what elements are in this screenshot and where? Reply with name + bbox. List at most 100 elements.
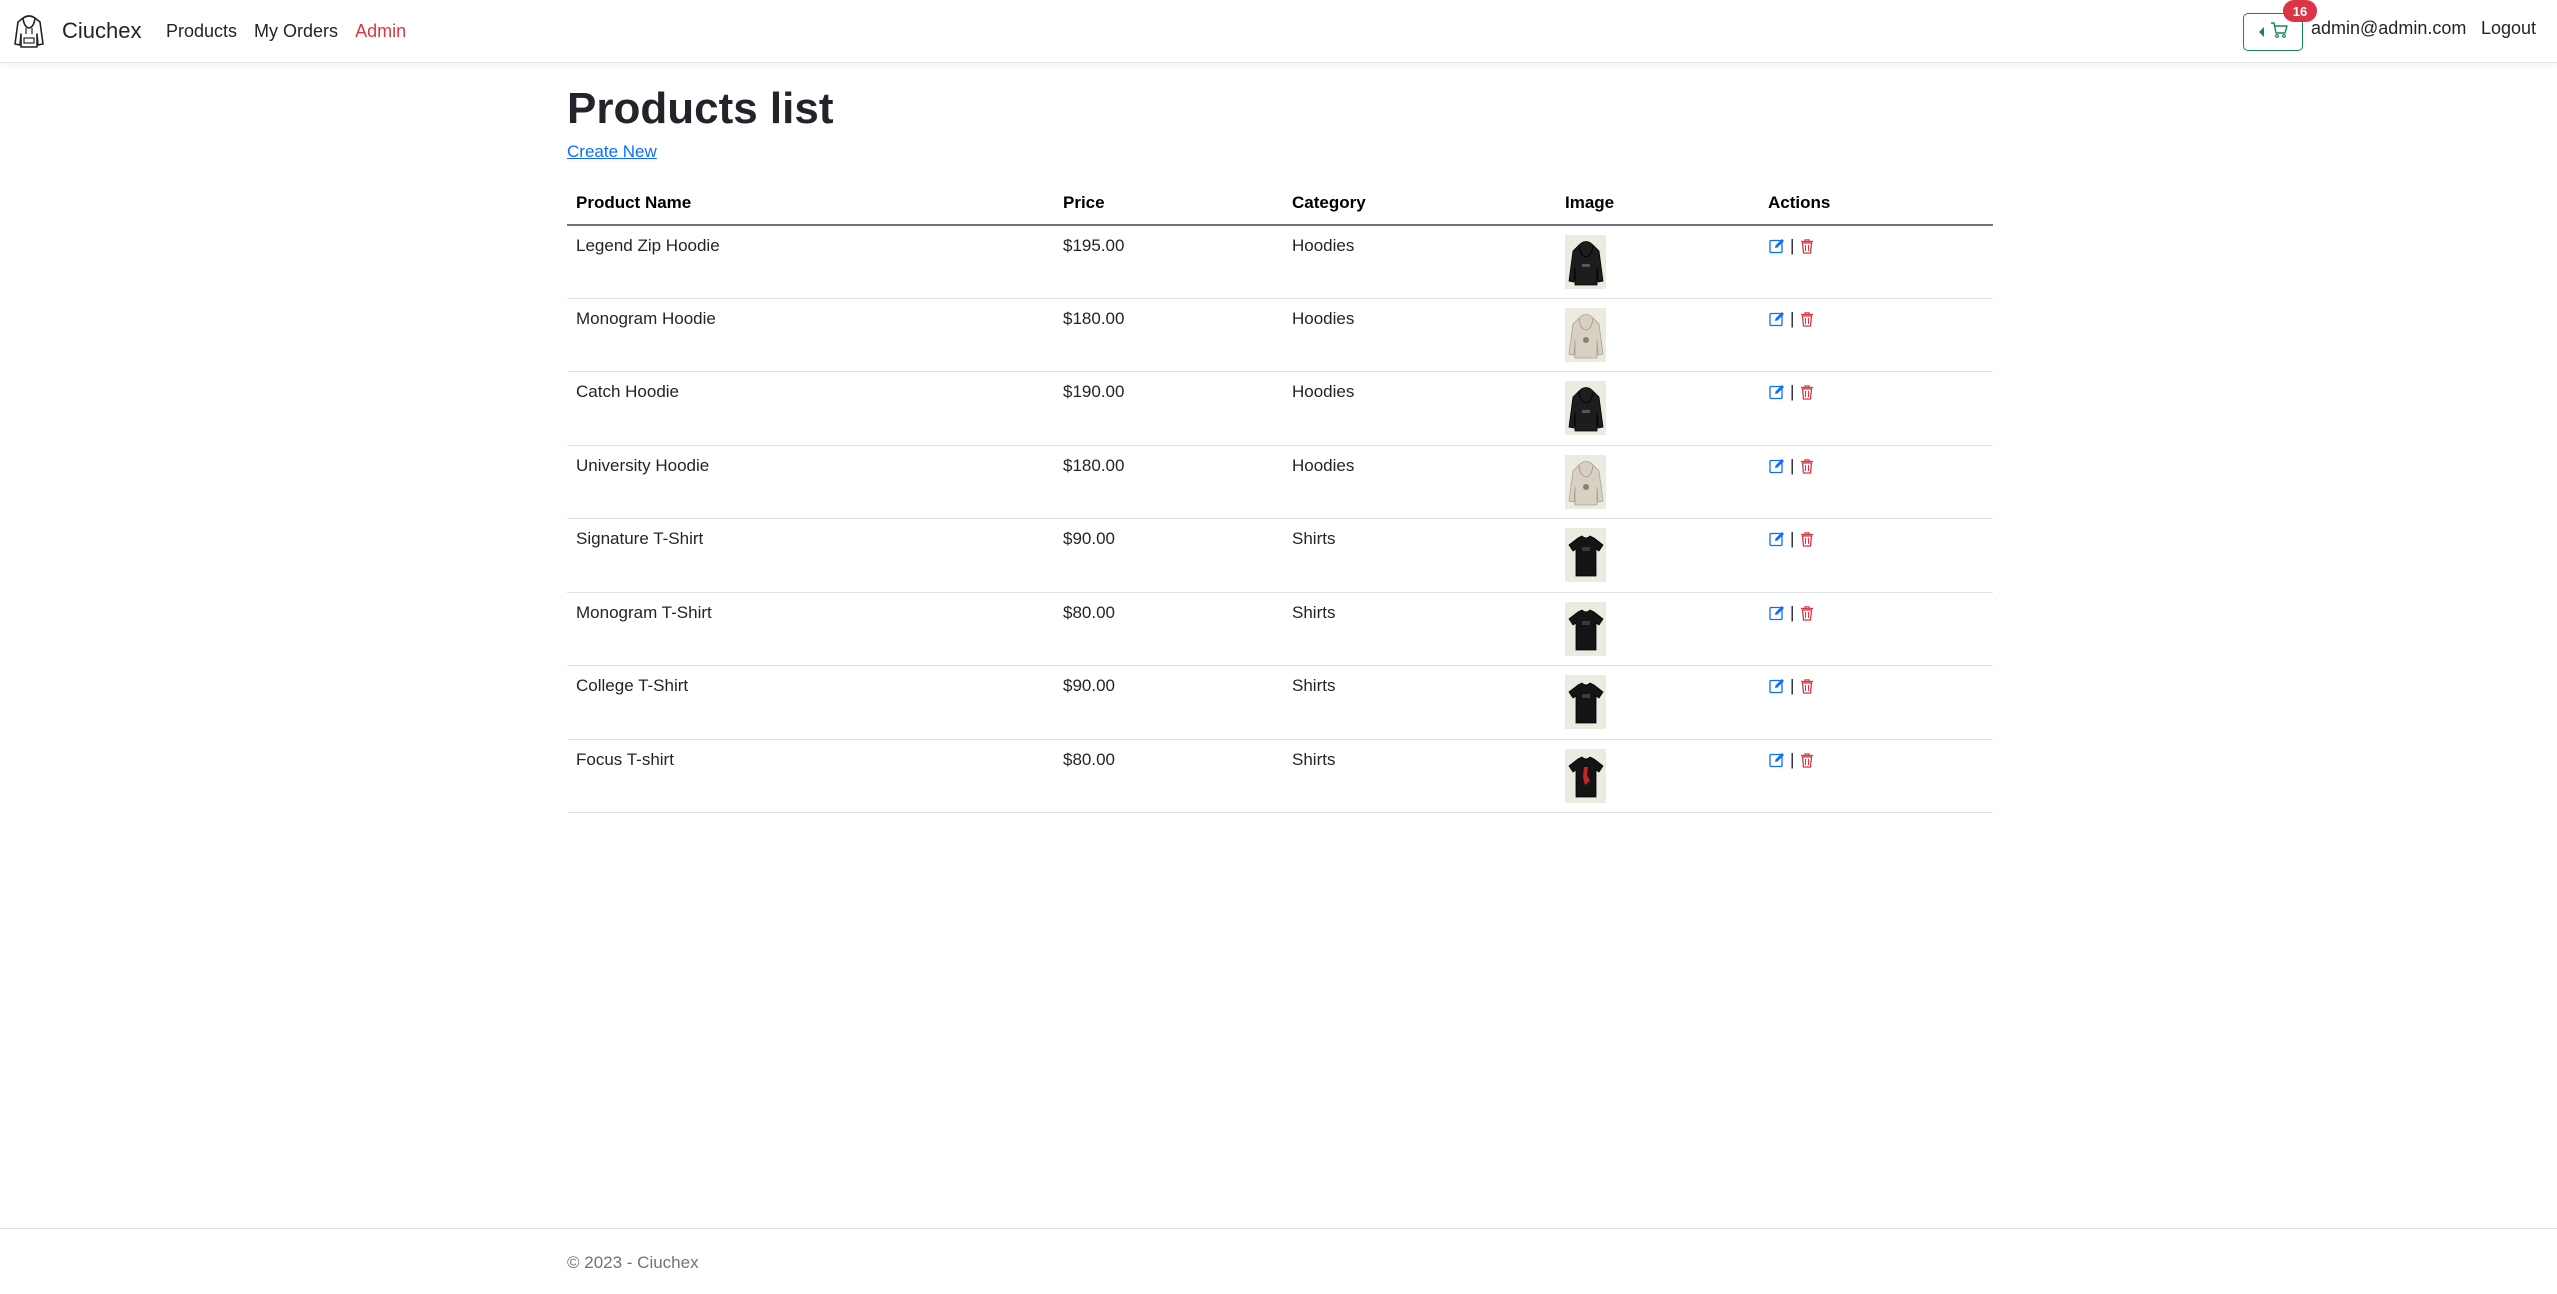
product-category-cell: Hoodies bbox=[1283, 371, 1556, 446]
row-actions: | bbox=[1768, 309, 1984, 329]
product-thumbnail bbox=[1565, 601, 1606, 656]
action-separator: | bbox=[1790, 676, 1795, 696]
product-image-cell bbox=[1556, 739, 1759, 814]
product-name-cell: Catch Hoodie bbox=[567, 371, 1054, 446]
header-product-name: Product Name bbox=[567, 182, 1054, 226]
trash-icon[interactable] bbox=[1798, 530, 1816, 548]
nav-admin-link[interactable]: Admin bbox=[355, 21, 406, 42]
logout-link[interactable]: Logout bbox=[2481, 18, 2536, 39]
product-thumbnail bbox=[1565, 528, 1606, 583]
table-row: Monogram T-Shirt $80.00 Shirts | bbox=[567, 592, 1993, 667]
table-row: Monogram Hoodie $180.00 Hoodies | bbox=[567, 298, 1993, 373]
trash-icon[interactable] bbox=[1798, 751, 1816, 769]
nav-products-link[interactable]: Products bbox=[166, 21, 237, 42]
trash-icon[interactable] bbox=[1798, 604, 1816, 622]
table-row: College T-Shirt $90.00 Shirts | bbox=[567, 665, 1993, 740]
table-row: Legend Zip Hoodie $195.00 Hoodies | bbox=[567, 224, 1993, 299]
header-category: Category bbox=[1283, 182, 1556, 226]
cart-icon bbox=[2270, 21, 2288, 43]
header-image: Image bbox=[1556, 182, 1759, 226]
product-name-cell: University Hoodie bbox=[567, 445, 1054, 520]
footer-copyright: © 2023 - Ciuchex bbox=[567, 1253, 699, 1272]
product-name-cell: Legend Zip Hoodie bbox=[567, 224, 1054, 299]
action-separator: | bbox=[1790, 382, 1795, 402]
product-category-cell: Shirts bbox=[1283, 518, 1556, 593]
product-actions-cell: | bbox=[1759, 739, 1993, 814]
main-content: Products list Create New Product Name Pr… bbox=[567, 63, 1993, 814]
row-actions: | bbox=[1768, 676, 1984, 696]
table-row: University Hoodie $180.00 Hoodies | bbox=[567, 445, 1993, 520]
header-price: Price bbox=[1054, 182, 1283, 226]
product-price-cell: $190.00 bbox=[1054, 371, 1283, 446]
action-separator: | bbox=[1790, 455, 1795, 475]
product-price-cell: $180.00 bbox=[1054, 298, 1283, 373]
product-name-cell: College T-Shirt bbox=[567, 665, 1054, 740]
trash-icon[interactable] bbox=[1798, 237, 1816, 255]
brand-link[interactable]: Ciuchex bbox=[12, 12, 141, 50]
table-row: Catch Hoodie $190.00 Hoodies | bbox=[567, 371, 1993, 446]
trash-icon[interactable] bbox=[1798, 677, 1816, 695]
product-image-cell bbox=[1556, 371, 1759, 446]
caret-left-icon bbox=[2258, 27, 2264, 37]
product-thumbnail bbox=[1565, 748, 1606, 803]
trash-icon[interactable] bbox=[1798, 457, 1816, 475]
row-actions: | bbox=[1768, 750, 1984, 770]
edit-icon[interactable] bbox=[1768, 237, 1786, 255]
action-separator: | bbox=[1790, 529, 1795, 549]
table-row: Focus T-shirt $80.00 Shirts | bbox=[567, 739, 1993, 814]
product-actions-cell: | bbox=[1759, 224, 1993, 299]
row-actions: | bbox=[1768, 456, 1984, 476]
hoodie-logo-icon bbox=[12, 14, 46, 48]
product-actions-cell: | bbox=[1759, 298, 1993, 373]
edit-icon[interactable] bbox=[1768, 457, 1786, 475]
trash-icon[interactable] bbox=[1798, 310, 1816, 328]
product-price-cell: $90.00 bbox=[1054, 665, 1283, 740]
product-image-cell bbox=[1556, 224, 1759, 299]
footer: © 2023 - Ciuchex bbox=[0, 1228, 2557, 1294]
table-row: Signature T-Shirt $90.00 Shirts | bbox=[567, 518, 1993, 593]
product-thumbnail bbox=[1565, 675, 1606, 730]
product-thumbnail bbox=[1565, 307, 1606, 362]
product-actions-cell: | bbox=[1759, 371, 1993, 446]
trash-icon[interactable] bbox=[1798, 383, 1816, 401]
product-actions-cell: | bbox=[1759, 518, 1993, 593]
edit-icon[interactable] bbox=[1768, 383, 1786, 401]
product-thumbnail bbox=[1565, 381, 1606, 436]
brand-name: Ciuchex bbox=[62, 18, 142, 43]
product-actions-cell: | bbox=[1759, 592, 1993, 667]
row-actions: | bbox=[1768, 603, 1984, 623]
product-thumbnail bbox=[1565, 234, 1606, 289]
product-image-cell bbox=[1556, 445, 1759, 520]
create-new-link[interactable]: Create New bbox=[567, 142, 657, 162]
product-category-cell: Shirts bbox=[1283, 592, 1556, 667]
action-separator: | bbox=[1790, 308, 1795, 328]
edit-icon[interactable] bbox=[1768, 530, 1786, 548]
products-table: Product Name Price Category Image Action… bbox=[567, 182, 1993, 814]
product-image-cell bbox=[1556, 298, 1759, 373]
product-price-cell: $195.00 bbox=[1054, 224, 1283, 299]
product-category-cell: Hoodies bbox=[1283, 224, 1556, 299]
product-price-cell: $80.00 bbox=[1054, 739, 1283, 814]
edit-icon[interactable] bbox=[1768, 677, 1786, 695]
product-category-cell: Shirts bbox=[1283, 665, 1556, 740]
product-category-cell: Shirts bbox=[1283, 739, 1556, 814]
product-name-cell: Monogram Hoodie bbox=[567, 298, 1054, 373]
product-name-cell: Monogram T-Shirt bbox=[567, 592, 1054, 667]
product-category-cell: Hoodies bbox=[1283, 445, 1556, 520]
edit-icon[interactable] bbox=[1768, 604, 1786, 622]
edit-icon[interactable] bbox=[1768, 310, 1786, 328]
nav-links: Products My Orders Admin bbox=[166, 0, 423, 62]
product-price-cell: $80.00 bbox=[1054, 592, 1283, 667]
product-image-cell bbox=[1556, 592, 1759, 667]
action-separator: | bbox=[1790, 749, 1795, 769]
product-name-cell: Focus T-shirt bbox=[567, 739, 1054, 814]
product-actions-cell: | bbox=[1759, 665, 1993, 740]
header-actions: Actions bbox=[1759, 182, 1993, 226]
row-actions: | bbox=[1768, 529, 1984, 549]
product-category-cell: Hoodies bbox=[1283, 298, 1556, 373]
user-email-link[interactable]: admin@admin.com bbox=[2311, 18, 2466, 39]
nav-my-orders-link[interactable]: My Orders bbox=[254, 21, 338, 42]
navbar: Ciuchex Products My Orders Admin 16 admi… bbox=[0, 0, 2557, 63]
edit-icon[interactable] bbox=[1768, 751, 1786, 769]
product-image-cell bbox=[1556, 518, 1759, 593]
